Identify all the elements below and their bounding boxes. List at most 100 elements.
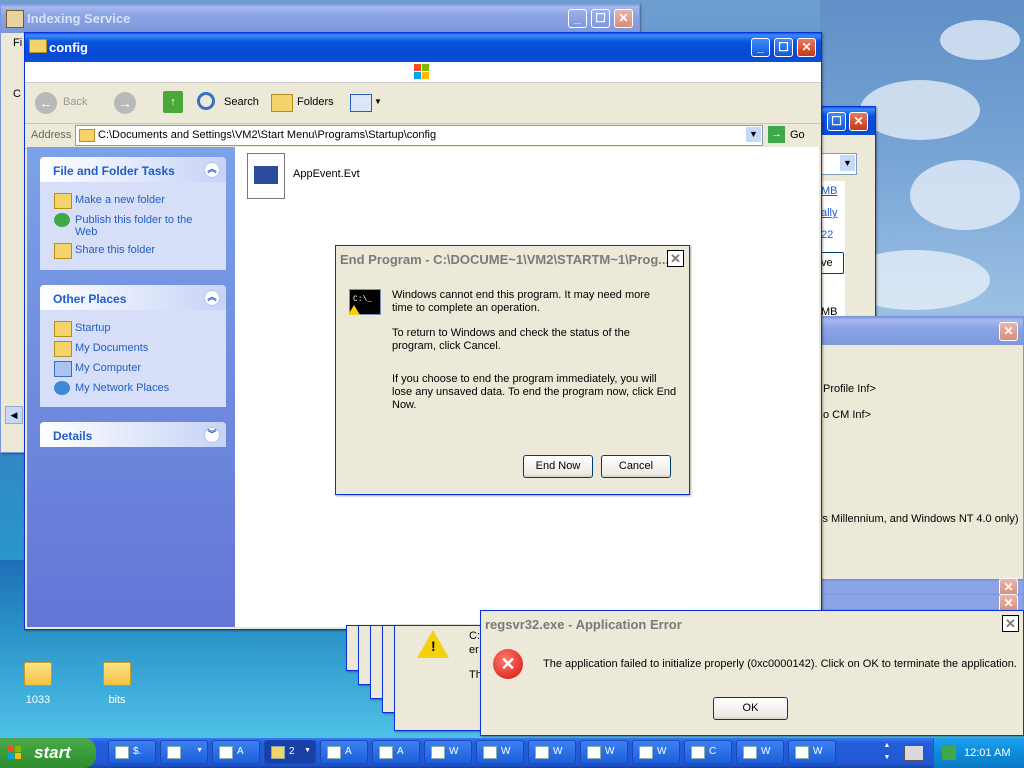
taskbar-button[interactable]: W	[476, 740, 524, 764]
expand-icon[interactable]: ︾	[204, 427, 220, 443]
app-icon	[379, 746, 393, 759]
close-button[interactable]: ✕	[614, 9, 633, 28]
taskbar-button[interactable]: W	[528, 740, 576, 764]
other-places-panel: Other Places ︽ Startup My Documents My C…	[40, 285, 226, 407]
clock[interactable]: 12:01 AM	[964, 747, 1010, 759]
menu-file[interactable]: Fi	[13, 37, 22, 49]
taskbar-scroll[interactable]: ▲ ▼	[880, 740, 894, 766]
address-path: C:\Documents and Settings\VM2\Start Menu…	[98, 129, 437, 141]
minimize-button[interactable]: _	[751, 38, 770, 57]
taskbar-button[interactable]: W	[424, 740, 472, 764]
end-program-dialog[interactable]: End Program - C:\DOCUME~1\VM2\STARTM~1\P…	[335, 245, 690, 495]
folder-icon	[29, 39, 47, 53]
collapse-icon[interactable]: ︽	[204, 290, 220, 306]
error-icon: ✕	[493, 649, 523, 679]
file-folder-tasks-panel: File and Folder Tasks ︽ Make a new folde…	[40, 157, 226, 270]
warning-icon	[348, 305, 360, 315]
my-computer-link[interactable]: My Computer	[75, 362, 141, 374]
title-bar: config _ ☐ ✕	[25, 33, 821, 62]
app-icon	[115, 746, 129, 759]
link[interactable]: ally	[821, 207, 838, 219]
keyboard-icon[interactable]	[904, 745, 924, 761]
forward-arrow-icon[interactable]: →	[114, 92, 136, 114]
minimize-button[interactable]: _	[568, 9, 587, 28]
network-icon[interactable]	[942, 746, 956, 760]
error-message: The application failed to initialize pro…	[543, 658, 1017, 670]
address-bar: Address C:\Documents and Settings\VM2\St…	[25, 124, 821, 149]
go-button[interactable]: Go	[790, 129, 805, 141]
close-button[interactable]: ✕	[849, 112, 868, 131]
panel-title: Details	[53, 429, 93, 443]
chevron-down-icon: ▼	[196, 747, 203, 754]
close-button[interactable]: ✕	[797, 38, 816, 57]
menu-bar	[25, 62, 821, 83]
chevron-up-icon[interactable]: ▲	[880, 740, 894, 752]
up-folder-icon[interactable]: ↑	[163, 91, 183, 113]
end-now-button[interactable]: End Now	[523, 455, 593, 478]
inf-line: vs Millennium, and Windows NT 4.0 only)	[817, 513, 1019, 525]
back-arrow-icon[interactable]: ←	[35, 92, 57, 114]
back-button-label[interactable]: Back	[63, 96, 87, 108]
chevron-down-icon[interactable]: ▼	[746, 127, 761, 142]
search-icon[interactable]	[197, 92, 215, 110]
app-icon	[795, 746, 809, 759]
taskbar-button[interactable]: W	[580, 740, 628, 764]
scroll-left-icon[interactable]: ◀	[5, 406, 23, 424]
start-button[interactable]: start	[0, 738, 96, 768]
side-label: C	[13, 88, 21, 100]
close-button[interactable]: ✕	[667, 250, 684, 267]
application-error-dialog[interactable]: regsvr32.exe - Application Error ✕ ✕ The…	[480, 610, 1024, 736]
dialog-title: End Program - C:\DOCUME~1\VM2\STARTM~1\P…	[340, 252, 670, 267]
link[interactable]: MB	[821, 185, 838, 197]
title-bar: End Program - C:\DOCUME~1\VM2\STARTM~1\P…	[336, 246, 689, 272]
taskbar-button-active[interactable]: 2 ▼	[264, 740, 316, 764]
my-documents-link[interactable]: My Documents	[75, 342, 148, 354]
inf-window[interactable]: ✕ Profile Inf> o CM Inf> vs Millennium, …	[800, 316, 1024, 580]
cancel-button[interactable]: Cancel	[601, 455, 671, 478]
panel-title: File and Folder Tasks	[53, 164, 175, 178]
window-title: config	[49, 40, 88, 55]
stacked-window[interactable]: ✕	[820, 594, 1024, 613]
event-log-file-icon[interactable]	[247, 153, 285, 199]
desktop-icon-1033[interactable]: 1033	[3, 662, 73, 706]
close-button[interactable]: ✕	[1002, 615, 1019, 632]
collapse-icon[interactable]: ︽	[204, 162, 220, 178]
make-new-folder-link[interactable]: Make a new folder	[75, 194, 165, 206]
publish-folder-link[interactable]: Publish this folder to the Web	[75, 214, 210, 238]
maximize-button[interactable]: ☐	[591, 9, 610, 28]
ok-button[interactable]: OK	[713, 697, 788, 720]
inf-line: Profile Inf>	[823, 383, 876, 395]
address-label: Address	[31, 129, 72, 141]
folders-icon[interactable]	[271, 94, 293, 112]
taskbar-button[interactable]: W	[788, 740, 836, 764]
folder-icon	[54, 321, 72, 337]
taskbar-button[interactable]: A	[212, 740, 260, 764]
share-folder-link[interactable]: Share this folder	[75, 244, 155, 256]
taskbar-button[interactable]: ▼	[160, 740, 208, 764]
my-network-places-link[interactable]: My Network Places	[75, 382, 169, 394]
taskbar-button[interactable]: A	[372, 740, 420, 764]
maximize-button[interactable]: ☐	[774, 38, 793, 57]
app-icon	[691, 746, 705, 759]
file-name[interactable]: AppEvent.Evt	[293, 168, 360, 180]
taskbar-button[interactable]: C	[684, 740, 732, 764]
desktop-icon-bits[interactable]: bits	[82, 662, 152, 706]
taskbar-button[interactable]: A	[320, 740, 368, 764]
close-button[interactable]: ✕	[999, 322, 1018, 341]
app-icon	[743, 746, 757, 759]
taskbar-button[interactable]: W	[632, 740, 680, 764]
new-folder-icon	[54, 193, 72, 209]
chevron-down-icon[interactable]: ▼	[880, 752, 894, 764]
message-paragraph-3: If you choose to end the program immedia…	[392, 373, 677, 411]
maximize-button[interactable]: ☐	[827, 112, 846, 131]
go-arrow-icon[interactable]: →	[768, 126, 785, 143]
address-input[interactable]: C:\Documents and Settings\VM2\Start Menu…	[75, 125, 763, 146]
folder-icon	[79, 129, 95, 142]
startup-link[interactable]: Startup	[75, 322, 110, 334]
taskbar-button[interactable]: $.	[108, 740, 156, 764]
views-icon[interactable]	[350, 94, 372, 112]
search-button-label[interactable]: Search	[224, 96, 259, 108]
taskbar-button[interactable]: W	[736, 740, 784, 764]
folders-button-label[interactable]: Folders	[297, 96, 334, 108]
chevron-down-icon[interactable]: ▼	[374, 97, 382, 106]
